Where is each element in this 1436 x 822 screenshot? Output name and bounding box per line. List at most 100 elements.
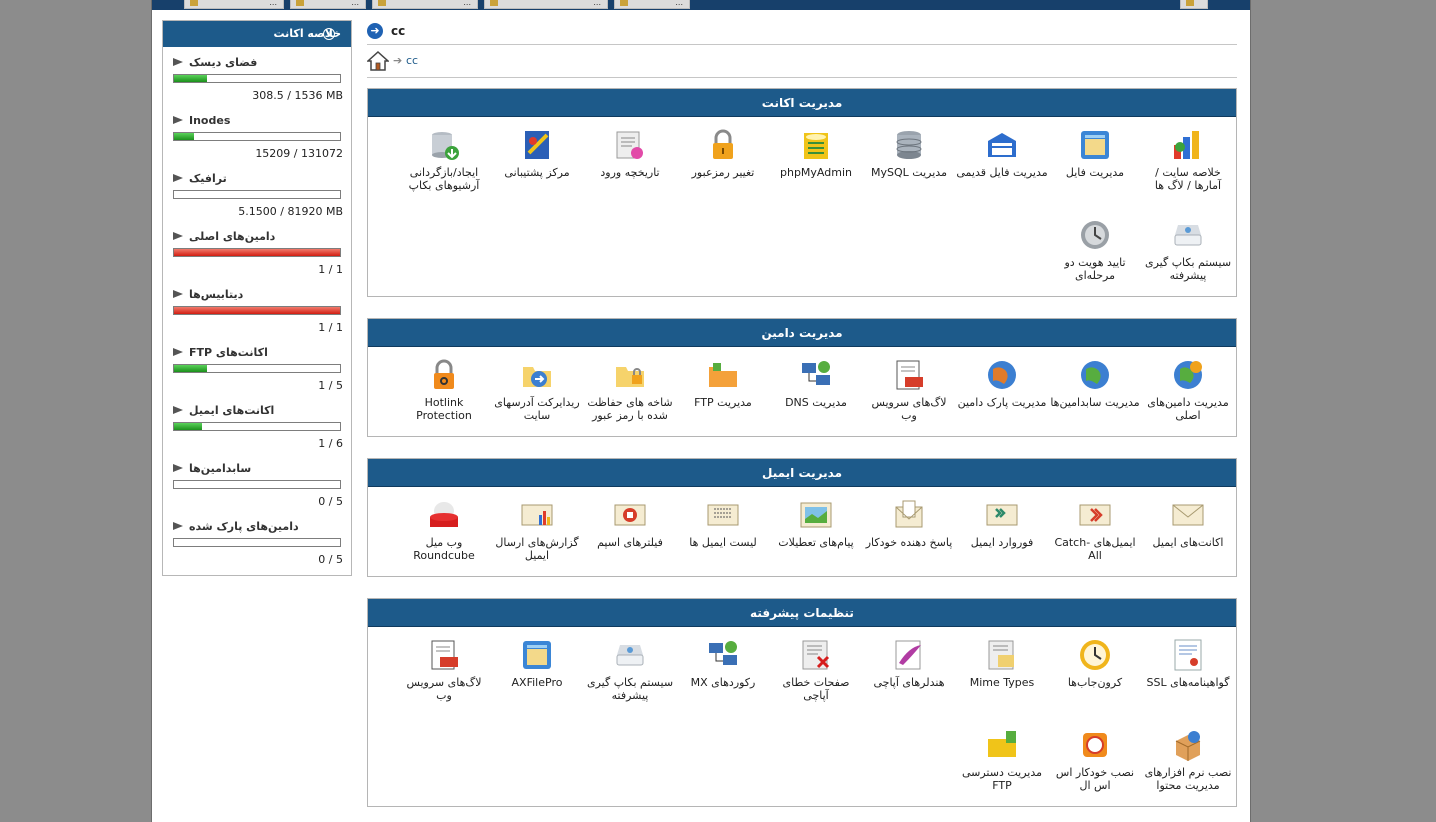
item-label: لیست ایمیل ها	[689, 536, 757, 549]
section-item[interactable]: لاگ‌های سرویس وب	[863, 357, 955, 422]
item-label: کرون‌جاب‌ها	[1067, 676, 1123, 689]
item-label: phpMyAdmin	[780, 166, 852, 179]
section-item[interactable]: مدیریت فایل قدیمی	[956, 127, 1048, 179]
top-tab-5[interactable]: ...	[614, 0, 690, 9]
item-label: گزارش‌های ارسال ایمیل	[495, 536, 579, 562]
section-item[interactable]: ریدایرکت آدرسهای سایت	[491, 357, 583, 422]
stat-value: 5.1500 / 81920 MB	[238, 205, 343, 218]
section-item[interactable]: لیست ایمیل ها	[677, 497, 769, 549]
section-item[interactable]: گزارش‌های ارسال ایمیل	[491, 497, 583, 562]
section-item[interactable]: پیام‌های تعطیلات	[770, 497, 862, 549]
stat-label: ترافیک	[189, 172, 227, 185]
section-item[interactable]: نصب خودکار اس اس ال	[1049, 727, 1141, 792]
usage-bar-fill	[174, 75, 208, 82]
stat-value: 1 / 1	[318, 263, 343, 276]
section-item[interactable]: کرون‌جاب‌ها	[1049, 637, 1141, 689]
collapse-icon[interactable]: «	[323, 28, 335, 40]
arrow-icon	[173, 58, 183, 66]
section-item[interactable]: تاریخچه ورود	[584, 127, 676, 179]
top-tab-2[interactable]: ...	[290, 0, 366, 9]
section-item[interactable]: هندلرهای آپاچی	[863, 637, 955, 689]
section-item[interactable]: تایید هویت دو مرحله‌ای	[1049, 217, 1141, 282]
section-item[interactable]: Mime Types	[956, 637, 1048, 689]
section-item[interactable]: ایمیل‌های Catch-All	[1049, 497, 1141, 562]
section-item[interactable]: phpMyAdmin	[770, 127, 862, 179]
item-label: تغییر رمزعبور	[691, 166, 755, 179]
section-item[interactable]: شاخه های حفاظت شده با رمز عبور	[584, 357, 676, 422]
tab-icon	[1186, 0, 1194, 6]
section-item[interactable]: فوروارد ایمیل	[956, 497, 1048, 549]
section-item[interactable]: فیلترهای اسپم	[584, 497, 676, 549]
section-item[interactable]: مدیریت FTP	[677, 357, 769, 409]
stat-item: فضای دیسک 308.5 / 1536 MB	[173, 56, 343, 114]
section-item[interactable]: نصب نرم افزارهای مدیریت محتوا	[1142, 727, 1234, 792]
top-tab-3[interactable]: ...	[372, 0, 478, 9]
section-item[interactable]: پاسخ دهنده خودکار	[863, 497, 955, 549]
database-icon	[891, 127, 927, 163]
section-item[interactable]: خلاصه سایت / آمارها / لاگ ها	[1142, 127, 1234, 192]
forward-icon	[984, 497, 1020, 533]
usage-bar-fill	[174, 365, 208, 372]
item-label: مدیریت سابدامین‌ها	[1050, 396, 1140, 409]
item-label: مرکز پشتیبانی	[504, 166, 570, 179]
stat-label: Inodes	[189, 114, 231, 127]
section-item[interactable]: مدیریت فایل	[1049, 127, 1141, 179]
section-item[interactable]: مدیریت MySQL	[863, 127, 955, 179]
section-item[interactable]: لاگ‌های سرویس وب	[398, 637, 490, 702]
lock-icon	[705, 127, 741, 163]
arrow-icon	[173, 290, 183, 298]
section-item[interactable]: ایجاد/بازگردانی آرشیوهای بکاپ	[398, 127, 490, 192]
item-label: نصب خودکار اس اس ال	[1055, 766, 1135, 792]
section-item[interactable]: Hotlink Protection	[398, 357, 490, 422]
section-item[interactable]: مرکز پشتیبانی	[491, 127, 583, 179]
section-item[interactable]: وب میل Roundcube	[398, 497, 490, 562]
file-manager-icon	[1077, 127, 1113, 163]
home-icon[interactable]	[367, 50, 389, 72]
page-container: ... ... ... ... ... خلاصه اکانت « فضای د…	[151, 0, 1251, 822]
top-tab-4[interactable]: ...	[484, 0, 608, 9]
item-label: وب میل Roundcube	[413, 536, 475, 562]
item-label: مدیریت FTP	[694, 396, 752, 409]
item-label: رکوردهای MX	[690, 676, 756, 689]
stat-label: دامین‌های اصلی	[189, 230, 276, 243]
ftp-folder-icon	[705, 357, 741, 393]
section-item[interactable]: مدیریت سابدامین‌ها	[1049, 357, 1141, 409]
breadcrumb-current[interactable]: cc	[406, 54, 418, 67]
stat-label: دامین‌های پارک شده	[189, 520, 299, 533]
section-item[interactable]: رکوردهای MX	[677, 637, 769, 689]
usage-bar-fill	[174, 249, 340, 256]
section-item[interactable]: مدیریت دسترسی FTP	[956, 727, 1048, 792]
item-label: Mime Types	[969, 676, 1035, 689]
stat-item: دامین‌های اصلی 1 / 1	[173, 230, 343, 288]
section-item[interactable]: سیستم بکاپ گیری پیشرفته	[584, 637, 676, 702]
section-item[interactable]: سیستم بکاپ گیری پیشرفته	[1142, 217, 1234, 282]
section-item[interactable]: مدیریت DNS	[770, 357, 862, 409]
stats-icon	[1170, 127, 1206, 163]
globe-park-icon	[984, 357, 1020, 393]
ftp-access-icon	[984, 727, 1020, 763]
item-label: تاریخچه ورود	[600, 166, 660, 179]
support-icon	[519, 127, 555, 163]
section-item[interactable]: مدیریت پارک دامین	[956, 357, 1048, 409]
item-label: پیام‌های تعطیلات	[778, 536, 854, 549]
section-item[interactable]: مدیریت دامین‌های اصلی	[1142, 357, 1234, 422]
arrow-icon	[173, 522, 183, 530]
section-item[interactable]: گواهینامه‌های SSL	[1142, 637, 1234, 689]
item-label: ایمیل‌های Catch-All	[1054, 536, 1136, 562]
section-item[interactable]: AXFilePro	[491, 637, 583, 689]
section-item[interactable]: اکانت‌های ایمیل	[1142, 497, 1234, 549]
top-corner-button[interactable]	[1180, 0, 1208, 9]
item-label: مدیریت دامین‌های اصلی	[1147, 396, 1229, 422]
usage-bar	[173, 248, 341, 257]
sidebar-header[interactable]: خلاصه اکانت «	[163, 21, 351, 47]
arrow-icon	[173, 174, 183, 182]
item-label: لاگ‌های سرویس وب	[871, 396, 947, 422]
log-icon	[426, 637, 462, 673]
stat-value: 1 / 1	[318, 321, 343, 334]
certificate-icon	[1170, 637, 1206, 673]
section-item[interactable]: تغییر رمزعبور	[677, 127, 769, 179]
section-item[interactable]: صفحات خطای آپاچی	[770, 637, 862, 702]
item-label: ایجاد/بازگردانی آرشیوهای بکاپ	[408, 166, 480, 192]
top-tab-1[interactable]: ...	[184, 0, 284, 9]
usage-bar	[173, 74, 341, 83]
